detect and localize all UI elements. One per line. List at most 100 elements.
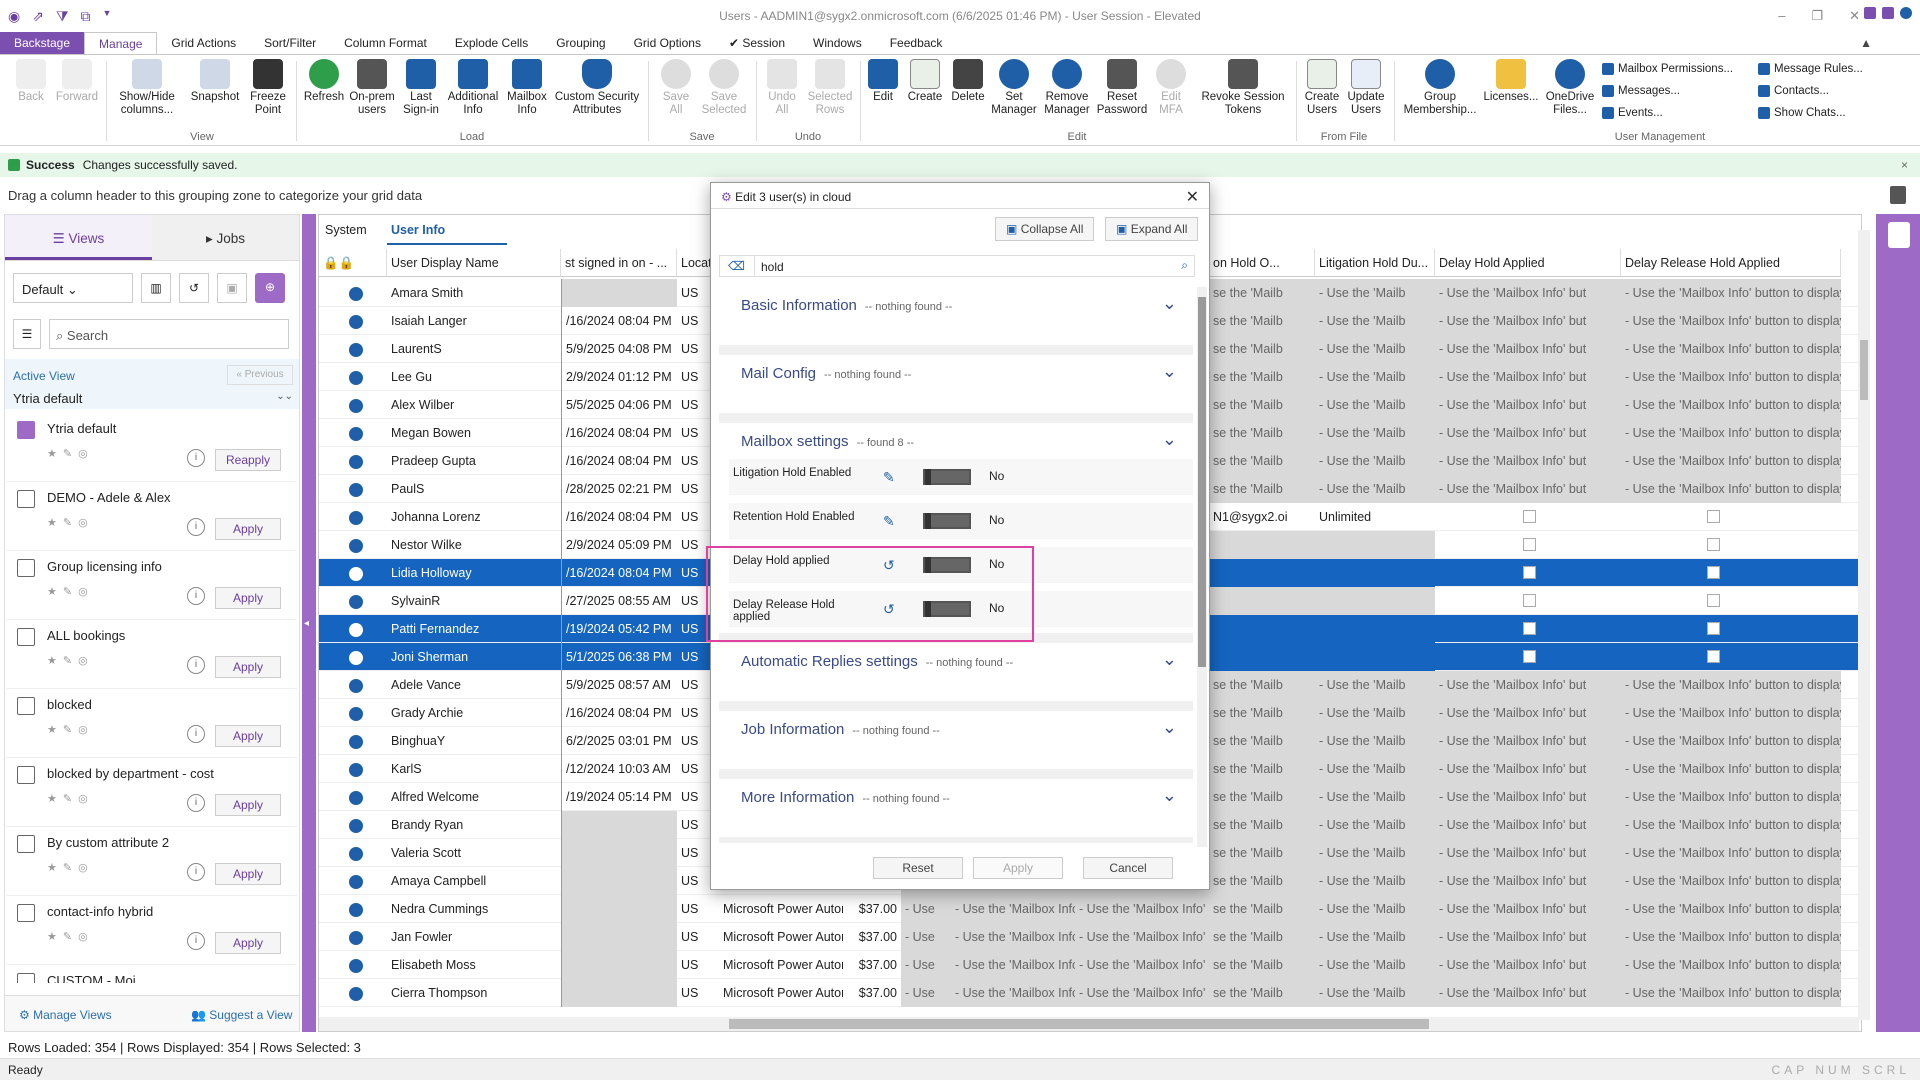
undo-selected-button[interactable]: Selected Rows <box>804 59 856 117</box>
cell-signin[interactable]: /16/2024 08:04 PM <box>561 503 677 531</box>
cell-mailbox-info[interactable]: se the 'Mailb <box>1209 279 1315 307</box>
view-item[interactable]: Group licensing info ★✎◎ i Apply <box>7 551 297 620</box>
cell-location[interactable]: US <box>677 755 713 783</box>
cell-mailbox-info[interactable]: - Use the 'Mailb <box>1315 671 1435 699</box>
info-icon[interactable]: i <box>187 725 205 743</box>
view-item[interactable]: contact-info hybrid ★✎◎ i Apply <box>7 896 297 965</box>
chevron-down-icon[interactable]: ⌄ <box>1162 429 1177 450</box>
cell-mailbox-info[interactable]: - Use the 'Mailb <box>1315 895 1435 923</box>
cell-signin[interactable]: 6/2/2025 03:01 PM <box>561 727 677 755</box>
cell-display-name[interactable]: Alfred Welcome <box>387 783 561 811</box>
cell-mailbox-info[interactable]: - Use the 'Mailb <box>1315 839 1435 867</box>
group-membership-button[interactable]: Group Membership... <box>1400 59 1480 117</box>
cell-display-name[interactable]: Lee Gu <box>387 363 561 391</box>
reset-icon[interactable]: ↺ <box>179 273 209 303</box>
cell-signin[interactable]: /12/2024 10:03 AM <box>561 755 677 783</box>
cell-signin[interactable]: /16/2024 08:04 PM <box>561 559 677 587</box>
cell-price[interactable]: $37.00 <box>843 951 901 979</box>
tab-backstage[interactable]: Backstage <box>0 32 85 54</box>
info-icon[interactable]: i <box>187 449 205 467</box>
collapse-all-button[interactable]: ▣ Collapse All <box>995 217 1095 241</box>
cell-signin[interactable]: 2/9/2024 05:09 PM <box>561 531 677 559</box>
cell-signin[interactable] <box>561 951 677 979</box>
cancel-button[interactable]: Cancel <box>1083 857 1173 879</box>
cell-mailbox-info[interactable]: - Use the 'Mailbox Info' button to displ… <box>1621 307 1841 335</box>
last-signin-button[interactable]: Last Sign-in <box>398 59 444 117</box>
cell-display-name[interactable]: Elisabeth Moss <box>387 951 561 979</box>
cell-mailbox-info[interactable]: - Use the 'Mailbox Info' but <box>1435 839 1621 867</box>
cell-mailbox-info[interactable]: - Use the 'Mailbox Info' button to displ… <box>1621 671 1841 699</box>
column-header-signin[interactable]: st signed in on - ... <box>561 249 677 277</box>
create-button[interactable]: Create <box>904 59 946 104</box>
cell-display-name[interactable]: SylvainR <box>387 587 561 615</box>
column-header-icons[interactable]: 🔒🔒 <box>319 249 387 277</box>
cell-app[interactable]: Microsoft Power Automat <box>719 979 843 1007</box>
cell-mailbox-info[interactable]: - Use the 'Mailbox Info' but <box>1075 923 1209 951</box>
cell-mailbox-info[interactable]: - Use the 'Mailbox Info' button to displ… <box>1621 475 1841 503</box>
save-icon[interactable]: ▣ <box>217 273 247 303</box>
cell-signin[interactable]: 5/1/2025 06:38 PM <box>561 643 677 671</box>
cell-signin[interactable] <box>561 867 677 895</box>
mailbox-info-button[interactable]: Mailbox Info <box>502 59 552 117</box>
reset-button[interactable]: Reset <box>873 857 963 879</box>
chevron-down-icon[interactable]: ⌄ <box>1162 649 1177 670</box>
cell-mailbox-info[interactable]: - Use the 'Mailbox Info' button to displ… <box>1621 895 1841 923</box>
cell-mailbox-info[interactable]: - Use the 'Mailbox Info' but <box>1435 951 1621 979</box>
cell-mailbox-info[interactable]: - Use <box>901 895 951 923</box>
chevron-down-icon[interactable]: ⌄⌄ <box>276 391 293 402</box>
checkbox[interactable] <box>1707 594 1720 607</box>
contacts-button[interactable]: Contacts... <box>1758 85 1829 97</box>
info-icon[interactable]: i <box>187 518 205 536</box>
cell-mailbox-info[interactable]: - Use <box>901 951 951 979</box>
revoke-session-tokens-button[interactable]: Revoke Session Tokens <box>1196 59 1290 117</box>
chevron-down-icon[interactable]: ⌄ <box>1162 361 1177 382</box>
delete-button[interactable]: Delete <box>948 59 988 104</box>
cell-mailbox-info[interactable]: se the 'Mailb <box>1209 755 1315 783</box>
cell-mailbox-info[interactable]: se the 'Mailb <box>1209 307 1315 335</box>
cell-display-name[interactable]: Brandy Ryan <box>387 811 561 839</box>
cell-mailbox-info[interactable]: - Use the 'Mailb <box>1315 783 1435 811</box>
message-rules-button[interactable]: Message Rules... <box>1758 63 1863 75</box>
cell-mailbox-info[interactable]: - Use the 'Mailbox Info' button to displ… <box>1621 979 1841 1007</box>
side-panel-toggle[interactable] <box>1876 214 1920 1032</box>
cell-mailbox-info[interactable]: - Use the 'Mailbox Info' but <box>1435 699 1621 727</box>
cell-location[interactable]: US <box>677 951 713 979</box>
dialog-section[interactable]: Basic Information -- nothing found -- ⌄ <box>719 287 1193 355</box>
messages-button[interactable]: Messages... <box>1602 85 1680 97</box>
reset-password-button[interactable]: Reset Password <box>1094 59 1150 117</box>
cell-display-name[interactable]: PaulS <box>387 475 561 503</box>
cell-mailbox-info[interactable]: - Use the 'Mailb <box>1315 867 1435 895</box>
cell-display-name[interactable]: Megan Bowen <box>387 419 561 447</box>
cell-mailbox-info[interactable]: - Use the 'Mailb <box>1315 307 1435 335</box>
cell-mailbox-info[interactable]: - Use the 'Mailbox Info' button to displ… <box>1621 811 1841 839</box>
checkbox[interactable] <box>1523 594 1536 607</box>
cell-display-name[interactable]: Jan Fowler <box>387 923 561 951</box>
cell-location[interactable]: US <box>677 475 713 503</box>
set-manager-button[interactable]: Set Manager <box>990 59 1038 117</box>
column-header-location[interactable]: Locat <box>677 249 713 277</box>
cell-location[interactable]: US <box>677 391 713 419</box>
tab-windows[interactable]: Windows <box>799 32 876 54</box>
checkbox[interactable] <box>1707 566 1720 579</box>
cell-display-name[interactable]: LaurentS <box>387 335 561 363</box>
cell-display-name[interactable]: Cierra Thompson <box>387 979 561 1007</box>
info-icon[interactable]: i <box>187 587 205 605</box>
cell-signin[interactable]: 5/5/2025 04:06 PM <box>561 391 677 419</box>
cell-mailbox-info[interactable]: - Use the 'Mailb <box>1315 419 1435 447</box>
info-icon[interactable]: i <box>187 656 205 674</box>
cell-mailbox-info[interactable]: - Use the 'Mailbox Info' button to displ… <box>1621 783 1841 811</box>
cell-mailbox-info[interactable]: - Use the 'Mailb <box>1315 699 1435 727</box>
snapshot-button[interactable]: Snapshot <box>186 59 244 104</box>
column-header-delay-release-hold[interactable]: Delay Release Hold Applied <box>1621 249 1841 277</box>
cell-mailbox-info[interactable]: - Use the 'Mailbox Info' button to displ… <box>1621 279 1841 307</box>
dialog-search-input[interactable]: hold <box>754 256 1158 276</box>
apply-view-button[interactable]: Apply <box>215 863 281 885</box>
apply-view-button[interactable]: Apply <box>215 656 281 678</box>
cell-display-name[interactable]: Joni Sherman <box>387 643 561 671</box>
cell-mailbox-info[interactable]: - Use the 'Mailb <box>1315 951 1435 979</box>
cell-mailbox-info[interactable]: - Use the 'Mailbox Info' but <box>1435 895 1621 923</box>
cell-mailbox-info[interactable]: se the 'Mailb <box>1209 979 1315 1007</box>
cell-mailbox-info[interactable]: - Use the 'Mailbox Info' but <box>1435 811 1621 839</box>
add-view-icon[interactable]: ⊕ <box>255 273 285 303</box>
toggle-switch[interactable] <box>923 513 971 529</box>
